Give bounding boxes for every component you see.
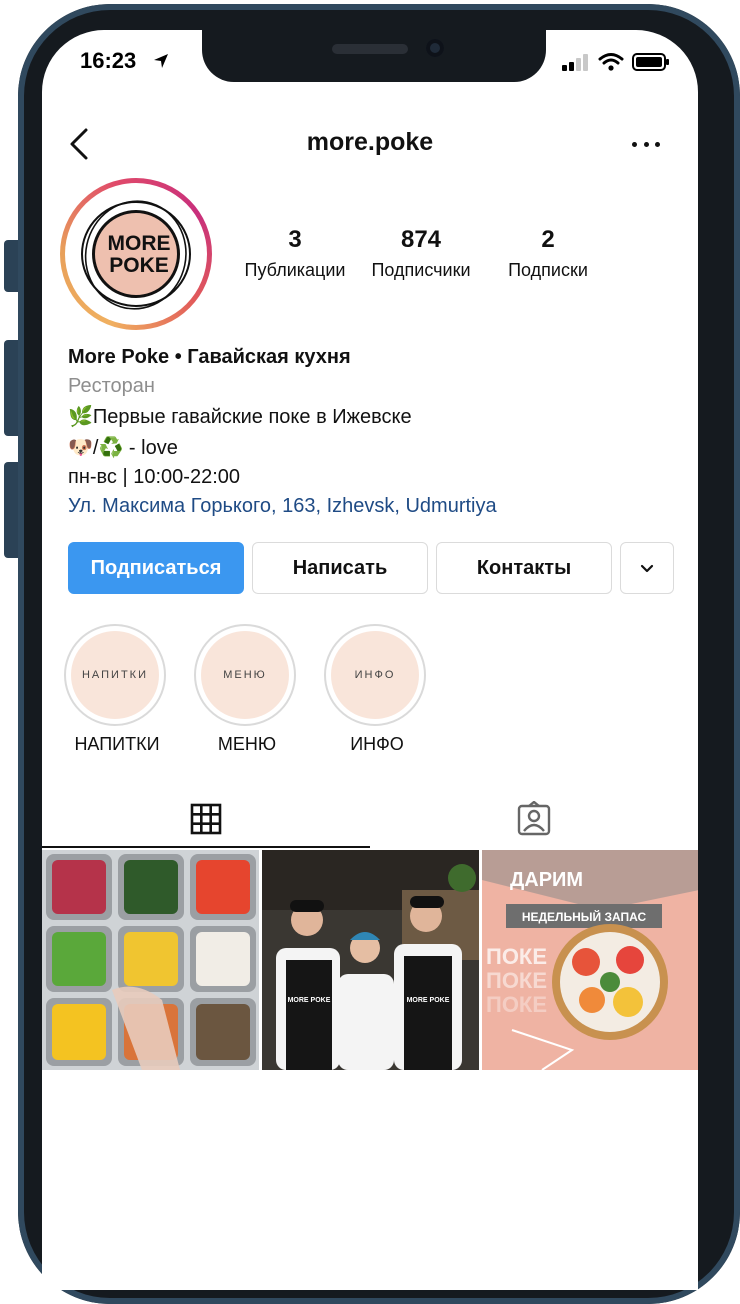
highlight-label: НАПИТКИ bbox=[74, 734, 160, 754]
highlight-info[interactable]: ИНФО ИНФО bbox=[324, 624, 430, 755]
suggested-dropdown-button[interactable] bbox=[620, 542, 674, 594]
bio-line: 🌿Первые гавайские поке в Ижевске bbox=[68, 406, 412, 428]
apron-text: MORE POKE bbox=[288, 997, 331, 1004]
promo-title: ДАРИМ bbox=[510, 869, 583, 891]
profile-tabs bbox=[42, 790, 698, 848]
status-icons bbox=[562, 52, 670, 72]
profile-username: more.poke bbox=[306, 128, 434, 156]
phone-side-button bbox=[4, 462, 18, 558]
logo-text-line1: MORE bbox=[107, 232, 171, 255]
profile-bio: More Poke • Гавайская кухня Ресторан 🌿Пе… bbox=[68, 346, 678, 518]
stat-label: Подписчики bbox=[371, 260, 471, 280]
highlight-label: МЕНЮ bbox=[217, 734, 277, 754]
stat-number: 3 bbox=[288, 226, 302, 253]
post-thumbnail[interactable]: ДАРИМ НЕДЕЛЬНЫЙ ЗАПАС ПОКЕ ПОКЕ ПОКЕ bbox=[482, 850, 698, 1070]
promo-banner: НЕДЕЛЬНЫЙ ЗАПАС bbox=[522, 909, 647, 924]
highlight-cover: НАПИТКИ bbox=[71, 631, 159, 719]
post-grid: MORE POKE MORE POKE ДАРИМ НЕДЕЛЬНЫЙ ЗАПА… bbox=[42, 850, 698, 1070]
stat-number: 2 bbox=[541, 226, 555, 253]
notch bbox=[202, 30, 546, 82]
chevron-down-icon bbox=[640, 564, 654, 573]
post-thumbnail[interactable] bbox=[42, 850, 259, 1070]
promo-graphic: ДАРИМ НЕДЕЛЬНЫЙ ЗАПАС ПОКЕ ПОКЕ ПОКЕ bbox=[482, 850, 698, 1070]
profile-display-name: More Poke • Гавайская кухня bbox=[68, 346, 351, 368]
message-button[interactable]: Написать bbox=[252, 542, 428, 594]
promo-bg-text: ПОКЕ bbox=[486, 944, 547, 969]
camera bbox=[426, 39, 444, 57]
highlight-menu[interactable]: МЕНЮ МЕНЮ bbox=[194, 624, 300, 755]
tab-tagged[interactable] bbox=[370, 790, 698, 848]
tagged-user-icon bbox=[517, 801, 551, 836]
brand-logo: MORE POKE bbox=[75, 193, 197, 315]
bio-address-link[interactable]: Ул. Максима Горького, 163, Izhevsk, Udmu… bbox=[68, 495, 678, 518]
highlight-drinks[interactable]: НАПИТКИ НАПИТКИ bbox=[64, 624, 170, 755]
avatar[interactable]: MORE POKE bbox=[60, 178, 212, 330]
phone-frame: 16:23 more.poke MORE POKE 3 Публикации 8… bbox=[0, 0, 740, 1304]
profile-actions: Подписаться Написать Контакты bbox=[68, 542, 678, 596]
stat-label: Публикации bbox=[244, 260, 346, 280]
wifi-icon bbox=[598, 53, 624, 71]
profile-category: Ресторан bbox=[68, 375, 155, 397]
stat-following[interactable]: 2 Подписки bbox=[490, 226, 606, 281]
location-arrow-icon bbox=[154, 54, 168, 68]
signal-icon bbox=[562, 54, 588, 71]
stat-followers[interactable]: 874 Подписчики bbox=[362, 226, 480, 281]
apron-text: MORE POKE bbox=[407, 997, 450, 1004]
battery-icon bbox=[632, 53, 669, 71]
bio-line: 🐶/♻️ - love bbox=[68, 437, 178, 459]
stat-number: 874 bbox=[400, 226, 442, 253]
logo-text-line2: POKE bbox=[109, 254, 169, 277]
follow-button[interactable]: Подписаться bbox=[68, 542, 244, 594]
speaker bbox=[332, 44, 408, 54]
grid-icon bbox=[190, 803, 222, 835]
bio-hours: пн-вс | 10:00-22:00 bbox=[68, 466, 241, 488]
team-photo: MORE POKE MORE POKE bbox=[262, 850, 479, 1070]
profile-header: more.poke bbox=[42, 120, 698, 170]
stat-posts[interactable]: 3 Публикации bbox=[236, 226, 354, 281]
phone-side-button bbox=[4, 340, 18, 436]
promo-bg-text: ПОКЕ bbox=[486, 992, 547, 1017]
screen: 16:23 more.poke MORE POKE 3 Публикации 8… bbox=[42, 30, 698, 1290]
phone-side-button bbox=[4, 240, 18, 292]
more-options-icon[interactable] bbox=[632, 130, 660, 158]
stat-label: Подписки bbox=[508, 260, 588, 280]
tab-active-indicator bbox=[42, 846, 370, 848]
post-thumbnail[interactable]: MORE POKE MORE POKE bbox=[262, 850, 479, 1070]
promo-bg-text: ПОКЕ bbox=[486, 968, 547, 993]
highlight-label: ИНФО bbox=[350, 734, 404, 754]
status-time: 16:23 bbox=[80, 48, 137, 73]
highlight-cover: ИНФО bbox=[331, 631, 419, 719]
highlight-cover: МЕНЮ bbox=[201, 631, 289, 719]
ingredients-photo bbox=[42, 850, 259, 1070]
tab-posts-grid[interactable] bbox=[42, 790, 370, 848]
contacts-button[interactable]: Контакты bbox=[436, 542, 612, 594]
